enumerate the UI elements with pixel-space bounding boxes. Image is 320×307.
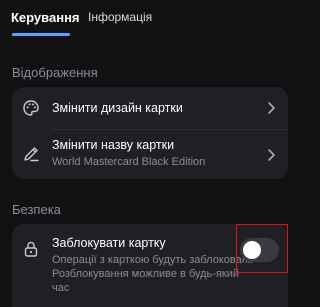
rename-card-label: Змінити назву картки — [52, 138, 175, 152]
active-tab-indicator — [12, 33, 70, 36]
block-card-description-line3: час — [52, 282, 70, 294]
highlight-box — [236, 224, 288, 273]
tab-bar: Керування Інформація — [0, 0, 300, 40]
section-title-display: Відображення — [12, 65, 98, 80]
edit-pencil-icon — [24, 147, 39, 162]
display-settings-card: Змінити дизайн картки Змінити назву карт… — [12, 87, 288, 179]
rename-card-row[interactable]: Змінити назву картки World Mastercard Bl… — [12, 130, 288, 179]
lock-icon — [24, 241, 38, 257]
card-name-value: World Mastercard Black Edition — [52, 156, 206, 168]
tab-information[interactable]: Інформація — [88, 10, 152, 24]
block-card-label: Заблокувати картку — [52, 236, 166, 250]
block-card-description-line1: Операції з карткою будуть заблоковані. — [52, 254, 254, 266]
block-card-description-line2: Розблокування можливе в будь-який — [52, 268, 240, 280]
section-title-security: Безпека — [12, 202, 61, 217]
tab-management[interactable]: Керування — [11, 10, 80, 25]
change-card-design-row[interactable]: Змінити дизайн картки — [12, 87, 288, 129]
change-card-design-label: Змінити дизайн картки — [52, 101, 183, 115]
chevron-right-icon — [268, 149, 275, 161]
chevron-right-icon — [268, 102, 275, 114]
palette-icon — [23, 100, 39, 116]
